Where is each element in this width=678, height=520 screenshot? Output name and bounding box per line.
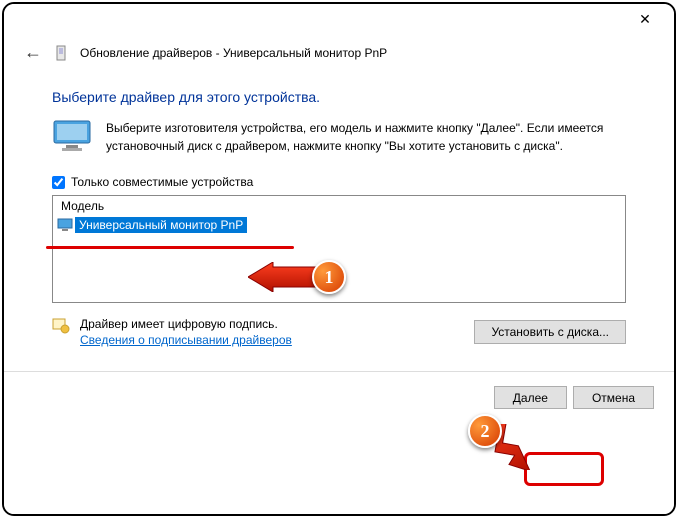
annotation-badge-1: 1 — [312, 260, 346, 294]
list-item-monitor-icon — [57, 218, 73, 232]
page-heading: Выберите драйвер для этого устройства. — [52, 89, 626, 105]
titlebar: ✕ — [4, 4, 674, 34]
list-item-label: Универсальный монитор PnP — [75, 217, 247, 233]
close-button[interactable]: ✕ — [624, 5, 666, 33]
certificate-icon — [52, 317, 70, 335]
compat-checkbox[interactable] — [52, 176, 65, 189]
signature-link[interactable]: Сведения о подписывании драйверов — [80, 333, 292, 347]
signature-text: Драйвер имеет цифровую подпись. — [80, 317, 292, 331]
annotation-arrow-1 — [248, 262, 318, 292]
back-arrow-icon[interactable]: ← — [24, 42, 42, 63]
signature-row: Драйвер имеет цифровую подпись. Сведения… — [52, 317, 626, 347]
dialog-title: Обновление драйверов - Универсальный мон… — [80, 46, 387, 60]
cancel-button[interactable]: Отмена — [573, 386, 654, 409]
annotation-highlight-next — [524, 452, 604, 486]
list-item[interactable]: Универсальный монитор PnP — [53, 216, 625, 234]
next-button[interactable]: Далее — [494, 386, 567, 409]
footer: Далее Отмена — [4, 372, 674, 423]
info-text: Выберите изготовителя устройства, его мо… — [106, 119, 626, 155]
install-from-disk-button[interactable]: Установить с диска... — [474, 320, 626, 344]
compat-checkbox-label[interactable]: Только совместимые устройства — [71, 175, 253, 189]
dialog-header: ← Обновление драйверов - Универсальный м… — [4, 34, 674, 71]
info-row: Выберите изготовителя устройства, его мо… — [52, 119, 626, 155]
monitor-icon — [52, 119, 92, 153]
compat-checkbox-row: Только совместимые устройства — [52, 175, 626, 189]
annotation-badge-2: 2 — [468, 414, 502, 448]
list-header-model: Модель — [53, 196, 625, 216]
device-icon — [54, 44, 68, 62]
annotation-underline — [46, 246, 294, 249]
